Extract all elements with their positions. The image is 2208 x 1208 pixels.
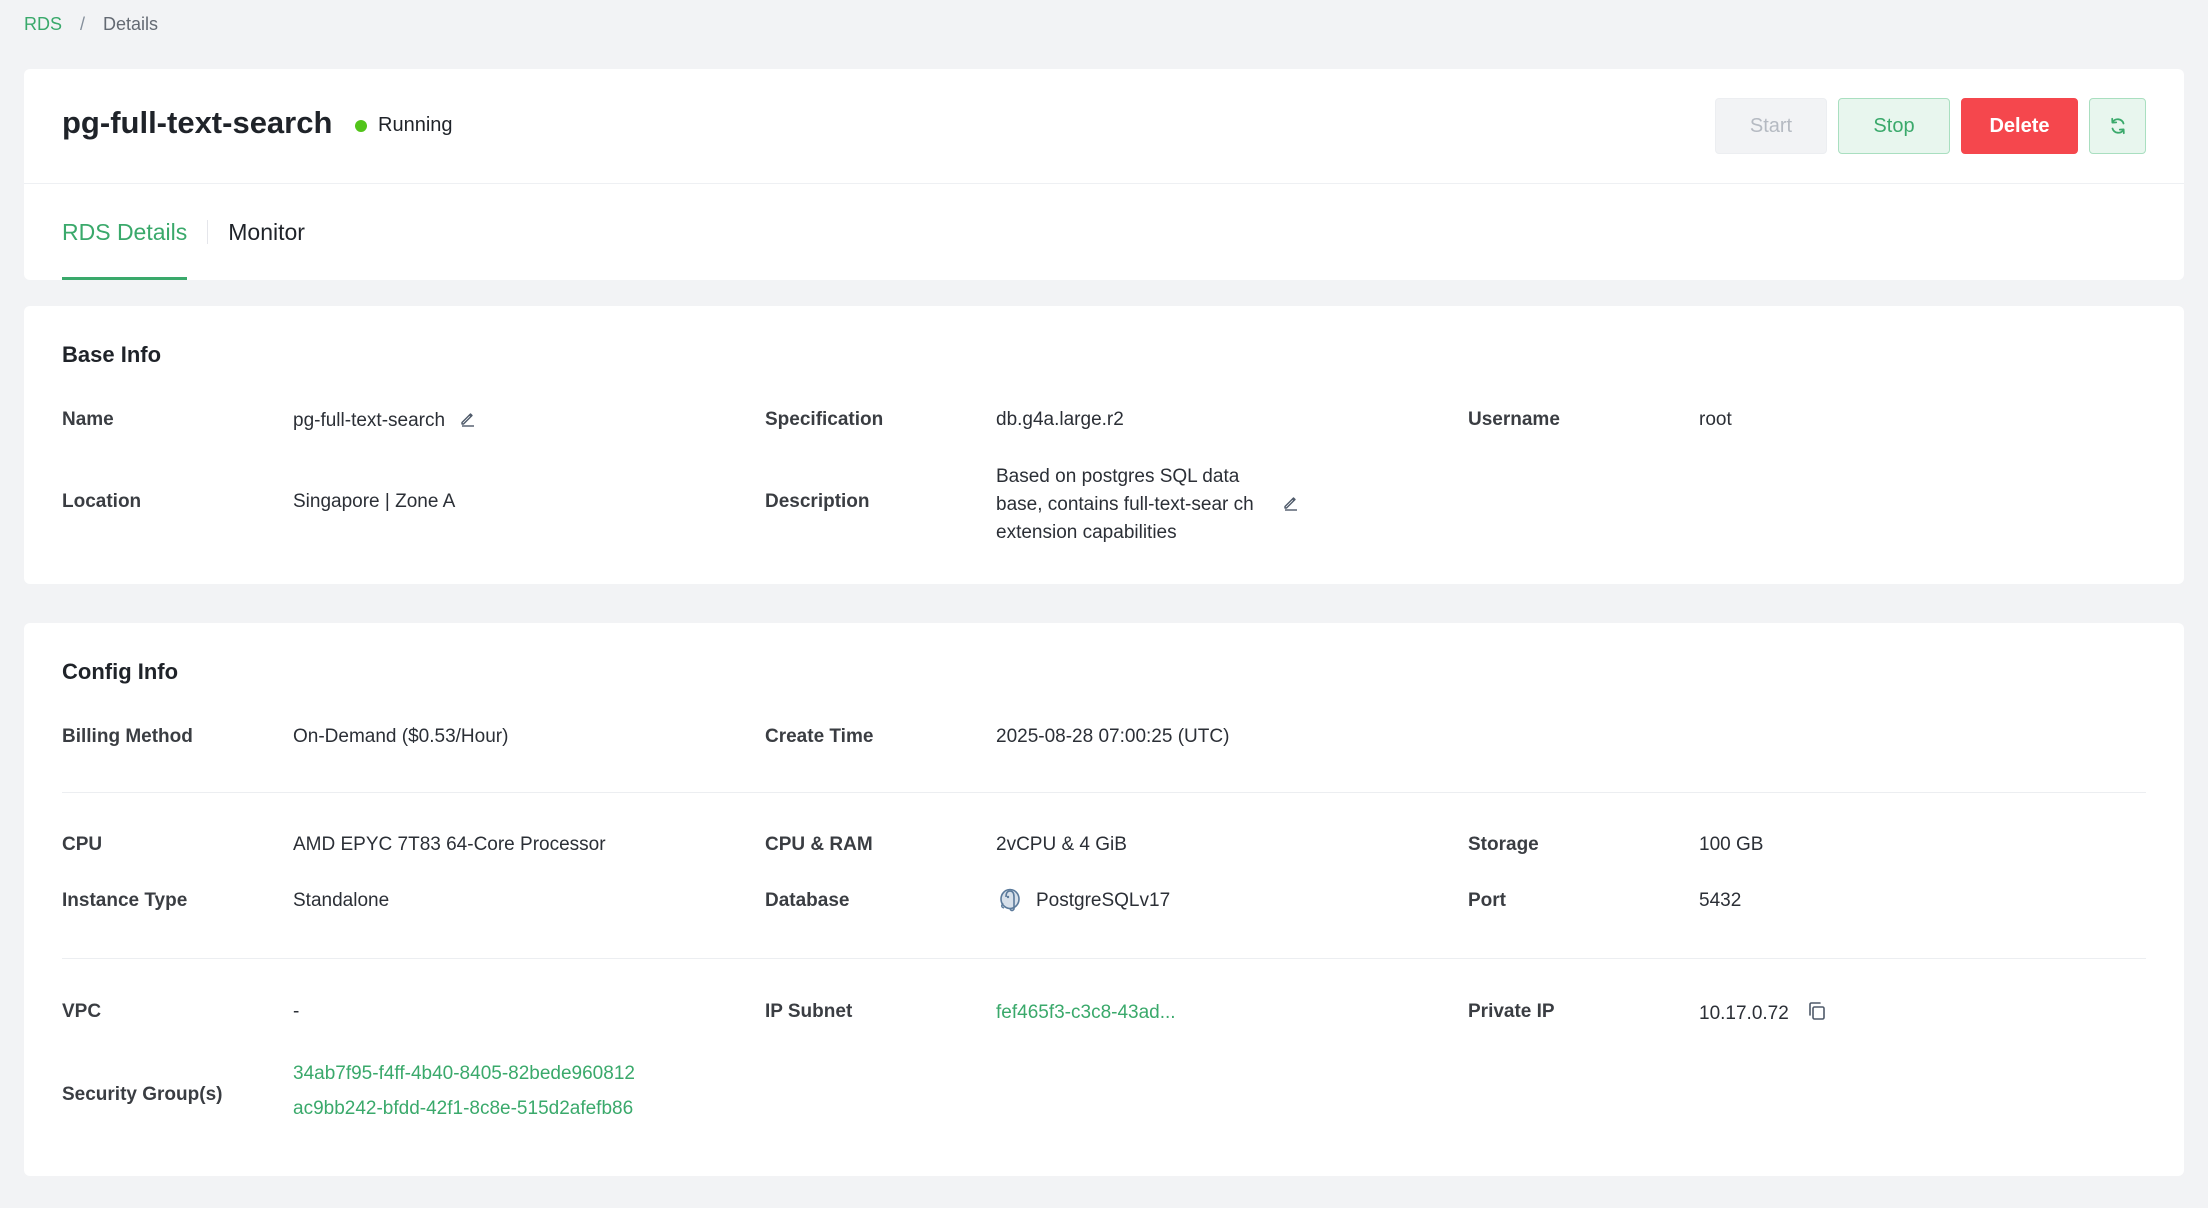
vpc-label: VPC: [62, 1001, 102, 1022]
edit-name-icon[interactable]: [459, 409, 477, 433]
delete-button[interactable]: Delete: [1961, 98, 2078, 154]
tab-rds-details[interactable]: RDS Details: [62, 184, 188, 280]
name-value: pg-full-text-search: [293, 410, 446, 431]
description-label: Description: [765, 491, 870, 512]
postgresql-icon: [996, 887, 1024, 915]
ip-subnet-label: IP Subnet: [765, 1001, 853, 1022]
config-info-title: Config Info: [62, 659, 179, 684]
security-groups-label: Security Group(s): [62, 1084, 223, 1105]
specification-label: Specification: [765, 409, 884, 430]
action-buttons: Start Stop Delete: [1715, 98, 2146, 154]
location-label: Location: [62, 491, 142, 512]
config-divider-1: [62, 792, 2146, 793]
header-top: pg-full-text-search Running Start Stop D…: [24, 69, 2184, 184]
database-value-row: PostgreSQLv17: [996, 887, 1170, 915]
username-value: root: [1699, 409, 1732, 430]
private-ip-row: 10.17.0.72: [1699, 1001, 1827, 1027]
instance-type-value: Standalone: [293, 890, 390, 911]
tab-bar: RDS Details Monitor: [62, 184, 305, 280]
refresh-icon: [2110, 117, 2125, 135]
security-group-link-2[interactable]: ac9bb242-bfdd-42f1-8c8e-515d2afefb86: [293, 1098, 633, 1120]
base-info-title: Base Info: [62, 342, 162, 367]
private-ip-label: Private IP: [1468, 1001, 1555, 1022]
create-time-value: 2025-08-28 07:00:25 (UTC): [996, 726, 1230, 747]
security-group-link-1[interactable]: 34ab7f95-f4ff-4b40-8405-82bede960812: [293, 1063, 635, 1085]
vpc-value: -: [293, 1001, 300, 1022]
storage-label: Storage: [1468, 834, 1539, 855]
status-dot-icon: [355, 119, 367, 132]
base-info-card: Base Info Name pg-full-text-search Speci…: [24, 306, 2184, 584]
database-label: Database: [765, 890, 850, 911]
cpu-value: AMD EPYC 7T83 64-Core Processor: [293, 834, 606, 855]
specification-value: db.g4a.large.r2: [996, 409, 1124, 430]
description-value: Based on postgres SQL data base, contain…: [996, 466, 1254, 543]
create-time-label: Create Time: [765, 726, 874, 747]
breadcrumb: RDS / Details: [24, 14, 158, 35]
cpu-label: CPU: [62, 834, 103, 855]
cpu-ram-value: 2vCPU & 4 GiB: [996, 834, 1127, 855]
config-info-card: Config Info Billing Method On-Demand ($0…: [24, 623, 2184, 1176]
name-label: Name: [62, 409, 114, 430]
page-title: pg-full-text-search: [62, 105, 333, 140]
name-value-row: pg-full-text-search: [293, 409, 477, 433]
copy-icon[interactable]: [1807, 1001, 1827, 1027]
instance-type-label: Instance Type: [62, 890, 188, 911]
billing-method-label: Billing Method: [62, 726, 193, 747]
location-value: Singapore | Zone A: [293, 491, 456, 512]
database-value: PostgreSQLv17: [1036, 890, 1171, 911]
cpu-ram-label: CPU & RAM: [765, 834, 873, 855]
refresh-button[interactable]: [2089, 98, 2146, 154]
breadcrumb-rds-link[interactable]: RDS: [24, 14, 62, 35]
description-value-row: Based on postgres SQL data base, contain…: [996, 463, 1300, 547]
username-label: Username: [1468, 409, 1560, 430]
storage-value: 100 GB: [1699, 834, 1764, 855]
tab-divider: [207, 220, 209, 244]
port-value: 5432: [1699, 890, 1742, 911]
port-label: Port: [1468, 890, 1506, 911]
ip-subnet-link[interactable]: fef465f3-c3c8-43ad...: [996, 1002, 1176, 1024]
tab-monitor[interactable]: Monitor: [228, 184, 305, 280]
status-text: Running: [378, 114, 453, 136]
breadcrumb-separator: /: [80, 14, 86, 34]
stop-button[interactable]: Stop: [1838, 98, 1950, 154]
config-divider-2: [62, 958, 2146, 959]
edit-description-icon[interactable]: [1282, 493, 1300, 517]
status-badge: Running: [355, 114, 453, 137]
breadcrumb-current: Details: [103, 14, 159, 34]
start-button[interactable]: Start: [1715, 98, 1827, 154]
private-ip-value: 10.17.0.72: [1699, 1003, 1789, 1024]
billing-method-value: On-Demand ($0.53/Hour): [293, 726, 509, 747]
header-card: pg-full-text-search Running Start Stop D…: [24, 69, 2184, 280]
